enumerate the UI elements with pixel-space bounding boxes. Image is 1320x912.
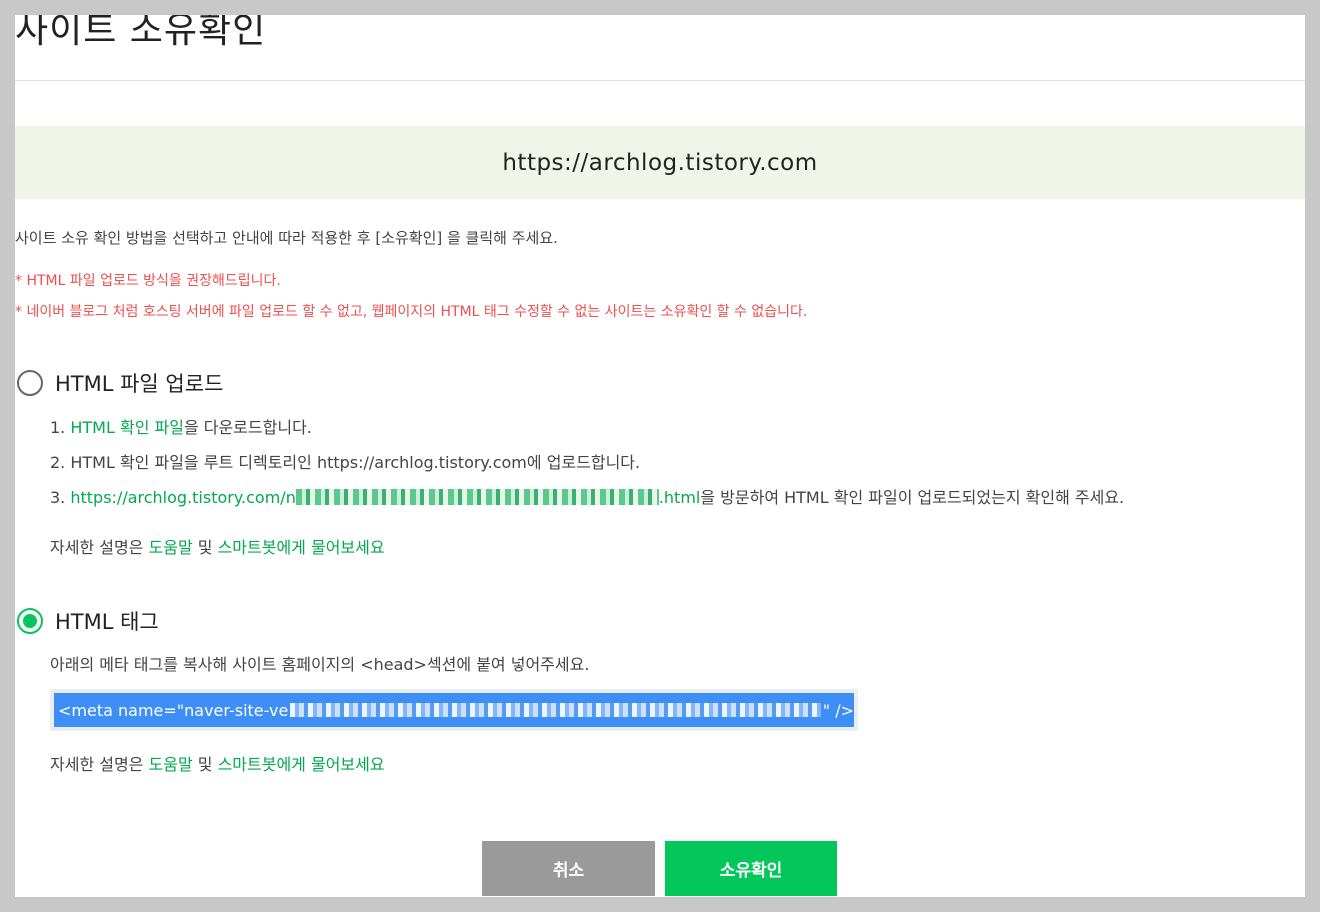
modal-title: 사이트 소유확인 — [15, 15, 267, 51]
file-upload-help: 자세한 설명은 도움말 및 스마트봇에게 물어보세요 — [50, 537, 385, 559]
smartbot-link[interactable]: 스마트봇에게 물어보세요 — [218, 538, 385, 557]
radio-html-tag[interactable] — [17, 608, 43, 634]
cancel-button[interactable]: 취소 — [482, 841, 655, 896]
confirm-ownership-button[interactable]: 소유확인 — [665, 841, 837, 896]
file-upload-step-2: 2. HTML 확인 파일을 루트 디렉토리인 https://archlog.… — [50, 453, 641, 472]
help-prefix: 자세한 설명은 — [50, 538, 149, 557]
site-verification-modal: 사이트 소유확인 https://archlog.tistory.com 사이트… — [15, 15, 1305, 897]
help-link[interactable]: 도움말 — [149, 538, 193, 557]
step-3-number: 3. — [50, 488, 71, 507]
meta-tag-start: <meta name="naver-site-ve — [58, 700, 289, 720]
meta-tag-code[interactable]: <meta name="naver-site-ve " /> — [54, 693, 854, 727]
verification-url-end: .html — [658, 488, 701, 507]
help-prefix: 자세한 설명은 — [50, 755, 149, 774]
html-tag-help: 자세한 설명은 도움말 및 스마트봇에게 물어보세요 — [50, 754, 385, 776]
meta-tag-box[interactable]: <meta name="naver-site-ve " /> — [50, 689, 858, 731]
radio-html-file-upload[interactable] — [17, 370, 43, 396]
help-mid: 및 — [192, 538, 218, 557]
site-url-banner: https://archlog.tistory.com — [15, 126, 1305, 199]
help-link[interactable]: 도움말 — [149, 755, 193, 774]
meta-tag-end: " /> — [822, 700, 854, 720]
file-upload-step-3: 3. https://archlog.tistory.com/n .html을 방… — [50, 487, 1124, 509]
site-url: https://archlog.tistory.com — [502, 149, 818, 176]
warning-text-limitation: * 네이버 블로그 처럼 호스팅 서버에 파일 업로드 할 수 없고, 웹페이지… — [15, 304, 808, 320]
modal-header: 사이트 소유확인 — [15, 15, 1305, 81]
redacted-meta-content — [290, 703, 821, 717]
step-1-number: 1. — [50, 418, 71, 437]
option-html-file-upload[interactable]: HTML 파일 업로드 — [17, 368, 223, 398]
verification-url-start: https://archlog.tistory.com/n — [70, 488, 296, 507]
redacted-filename — [295, 489, 659, 505]
help-mid: 및 — [192, 755, 218, 774]
option-label-html-tag[interactable]: HTML 태그 — [55, 606, 159, 636]
file-upload-step-1: 1. HTML 확인 파일을 다운로드합니다. — [50, 417, 312, 439]
instruction-text: 사이트 소유 확인 방법을 선택하고 안내에 따라 적용한 후 [소유확인] 을… — [15, 229, 558, 247]
html-tag-instruction: 아래의 메타 태그를 복사해 사이트 홈페이지의 <head>섹션에 붙여 넣어… — [50, 655, 590, 674]
option-html-tag[interactable]: HTML 태그 — [17, 606, 159, 636]
option-label-html-file-upload[interactable]: HTML 파일 업로드 — [55, 368, 223, 398]
step-1-text: 을 다운로드합니다. — [183, 418, 312, 437]
smartbot-link[interactable]: 스마트봇에게 물어보세요 — [218, 755, 385, 774]
verification-url-link[interactable]: https://archlog.tistory.com/n .html — [70, 488, 700, 507]
html-verification-file-link[interactable]: HTML 확인 파일 — [70, 418, 184, 437]
warning-text-recommend: * HTML 파일 업로드 방식을 권장해드립니다. — [15, 273, 281, 289]
step-3-text: 을 방문하여 HTML 확인 파일이 업로드되었는지 확인해 주세요. — [700, 488, 1125, 507]
